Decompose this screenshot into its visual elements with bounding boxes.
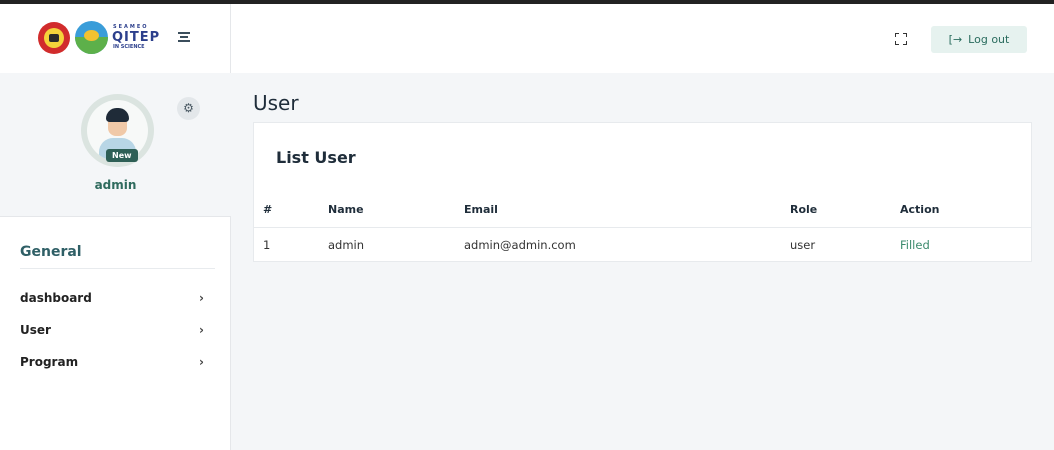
column-header-name: Name — [328, 203, 364, 216]
logout-label: Log out — [968, 33, 1010, 46]
fullscreen-icon[interactable] — [895, 33, 907, 45]
top-bar: [→ Log out — [231, 4, 1054, 73]
sidebar-header: SEAMEO QITEP IN SCIENCE — [0, 4, 230, 73]
sidebar-section-title: General — [20, 244, 82, 260]
cell-email: admin@admin.com — [464, 238, 576, 252]
logo-sub-text: IN SCIENCE — [113, 44, 145, 50]
menu-icon[interactable] — [178, 32, 190, 42]
cell-index: 1 — [263, 238, 271, 252]
column-header-role: Role — [790, 203, 818, 216]
profile-panel: New ⚙ admin — [0, 73, 231, 216]
column-header-email: Email — [464, 203, 498, 216]
cell-role: user — [790, 238, 816, 252]
user-list-card: List User # Name Email Role Action 1 adm… — [253, 122, 1032, 262]
card-title: List User — [276, 148, 356, 167]
chevron-right-icon: › — [199, 291, 204, 305]
profile-name: admin — [94, 178, 137, 192]
status-badge: New — [106, 149, 138, 162]
chevron-right-icon: › — [199, 323, 204, 337]
sidebar-item-label: Program — [20, 355, 79, 369]
logout-icon: [→ — [948, 33, 963, 46]
logout-button[interactable]: [→ Log out — [931, 26, 1027, 53]
seameo-logo-icon — [75, 21, 108, 54]
column-header-action: Action — [900, 203, 940, 216]
section-divider — [20, 268, 215, 269]
table-header-divider — [254, 227, 1031, 228]
gear-icon[interactable]: ⚙ — [177, 97, 200, 120]
sidebar: SEAMEO QITEP IN SCIENCE New ⚙ admin Gene… — [0, 4, 231, 450]
qitep-logo: SEAMEO QITEP IN SCIENCE — [110, 24, 159, 54]
chevron-right-icon: › — [199, 355, 204, 369]
sidebar-item-dashboard[interactable]: dashboard › — [20, 291, 210, 305]
institution-logo-icon — [38, 22, 70, 54]
sidebar-divider — [0, 216, 231, 217]
logo-main-text: QITEP — [112, 30, 161, 45]
page-title: User — [253, 91, 299, 115]
action-link[interactable]: Filled — [900, 238, 930, 252]
cell-name: admin — [328, 238, 365, 252]
sidebar-item-user[interactable]: User › — [20, 323, 210, 337]
sidebar-item-label: User — [20, 323, 51, 337]
sidebar-item-label: dashboard — [20, 291, 92, 305]
column-header-index: # — [263, 203, 273, 216]
sidebar-item-program[interactable]: Program › — [20, 355, 210, 369]
